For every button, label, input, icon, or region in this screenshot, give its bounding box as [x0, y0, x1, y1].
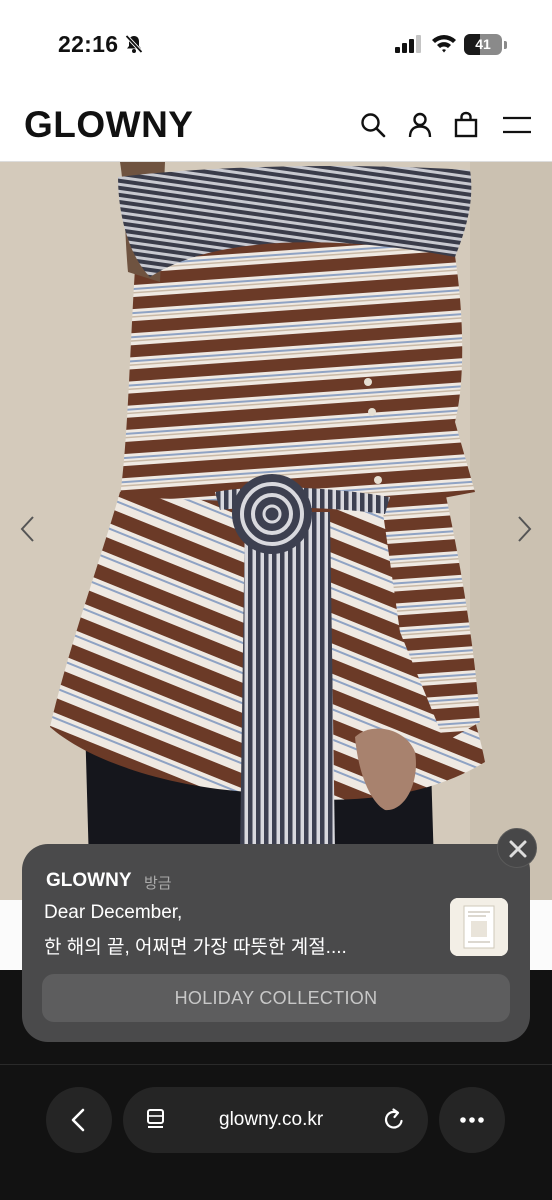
- toolbar-divider: [0, 1064, 552, 1065]
- close-notification-button[interactable]: [497, 828, 537, 868]
- url-text: glowny.co.kr: [219, 1109, 324, 1130]
- chevron-left-icon[interactable]: [16, 512, 40, 546]
- site-logo[interactable]: GLOWNY: [24, 104, 193, 146]
- notification-title: Dear December,: [44, 902, 183, 923]
- battery-level: 41: [475, 36, 491, 52]
- account-icon[interactable]: [405, 110, 435, 140]
- bag-icon[interactable]: [451, 110, 481, 140]
- more-icon: [460, 1117, 484, 1123]
- notification-time: 방금: [144, 875, 172, 892]
- notification-body: 한 해의 끝, 어쩌면 가장 따뜻한 계절....: [44, 937, 347, 958]
- hero-image[interactable]: [0, 162, 552, 900]
- site-header: GLOWNY: [0, 90, 552, 162]
- search-icon[interactable]: [358, 110, 388, 140]
- thumbnail-image: [450, 898, 508, 956]
- status-time: 22:16: [58, 31, 119, 57]
- menu-icon[interactable]: [502, 110, 532, 140]
- address-bar[interactable]: glowny.co.kr: [123, 1087, 428, 1153]
- back-icon: [71, 1108, 85, 1132]
- more-button[interactable]: [439, 1087, 505, 1153]
- signal-icon: [395, 35, 421, 53]
- notification-app-name: GLOWNY: [46, 870, 132, 891]
- notification-thumbnail: [450, 898, 508, 956]
- status-bar: 22:16 41: [0, 0, 552, 90]
- reload-icon[interactable]: [381, 1107, 407, 1133]
- battery-tip: [504, 41, 507, 49]
- close-icon: [509, 840, 527, 858]
- tab-list-icon[interactable]: [143, 1107, 169, 1133]
- chevron-right-icon[interactable]: [512, 512, 536, 546]
- hero-photo: [0, 162, 552, 900]
- holiday-collection-button[interactable]: HOLIDAY COLLECTION: [42, 974, 510, 1022]
- back-button[interactable]: [46, 1087, 112, 1153]
- battery-icon: 41: [464, 34, 502, 55]
- wifi-icon: [432, 35, 456, 53]
- bell-slash-icon: [125, 34, 143, 54]
- push-notification[interactable]: GLOWNY 방금 Dear December, 한 해의 끝, 어쩌면 가장 …: [22, 844, 530, 1042]
